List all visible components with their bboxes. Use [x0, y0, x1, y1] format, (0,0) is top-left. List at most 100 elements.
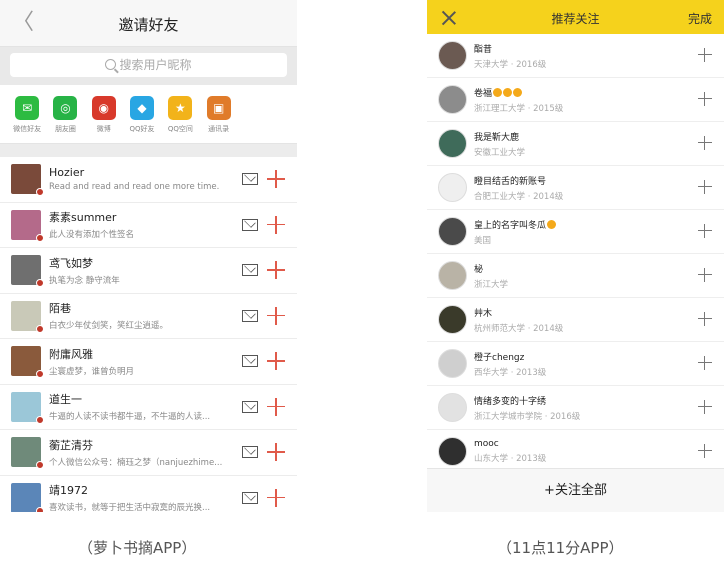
user-name: 皇上的名字叫冬瓜	[474, 218, 557, 231]
add-icon[interactable]	[266, 215, 286, 235]
list-item[interactable]: 艸木杭州师范大学 · 2014级	[427, 298, 724, 342]
avatar	[438, 85, 467, 114]
user-name: mooc	[474, 439, 499, 449]
list-item[interactable]: 道生一 牛逼的人读不读书都牛逼，不牛逼的人读...	[0, 385, 297, 430]
user-name: 酯昔	[474, 44, 493, 55]
contact-signature: 尘寰虚梦，谁曾负明月	[49, 366, 135, 377]
recommended-user-list: 酯昔 天津大学 · 2016级 卷福 浙江理工大学 · 2015级 我是靳大鹿 安徽工业大…	[427, 34, 724, 474]
avatar	[11, 300, 44, 333]
add-icon[interactable]	[266, 488, 286, 508]
mail-icon[interactable]	[242, 400, 258, 413]
mail-icon[interactable]	[242, 309, 258, 322]
list-item[interactable]: 附庸风雅 尘寰虚梦，谁曾负明月	[0, 339, 297, 385]
list-item[interactable]: 瞪目结舌的新账号 合肥工业大学 · 2014级	[427, 166, 724, 210]
contact-list: Hozier Read and read and read one more ti…	[0, 157, 297, 512]
done-button[interactable]: 完成	[688, 10, 712, 27]
status-dot	[36, 233, 44, 242]
user-school: 浙江大学城市学院 · 2016级	[474, 411, 581, 422]
wechat-icon: ✉	[15, 96, 40, 120]
share-contacts[interactable]: ▣ 通讯录	[199, 96, 237, 143]
search-placeholder: 搜索用户昵称	[119, 58, 192, 72]
contact-name: 蘅芷清芬	[49, 438, 93, 452]
follow-plus-icon[interactable]	[698, 136, 712, 150]
contact-signature: Read and read and read one more time.	[49, 182, 220, 193]
list-item[interactable]: 酯昔 天津大学 · 2016级	[427, 34, 724, 78]
follow-plus-icon[interactable]	[698, 268, 712, 282]
list-item[interactable]: 陌巷 白衣少年仗剑笑，笑红尘逍遥。	[0, 294, 297, 339]
search-input[interactable]: 搜索用户昵称	[10, 53, 287, 77]
page-title: 邀请好友	[118, 16, 179, 34]
search-bar-container: 搜索用户昵称	[0, 47, 297, 85]
avatar	[438, 261, 467, 290]
share-wechat[interactable]: ✉ 微信好友	[8, 96, 46, 143]
user-name: 艸木	[474, 308, 493, 319]
share-weibo[interactable]: ◉ 微博	[85, 96, 123, 143]
list-item[interactable]: Hozier Read and read and read one more ti…	[0, 157, 297, 203]
follow-plus-icon[interactable]	[698, 400, 712, 414]
search-icon	[105, 59, 117, 70]
page-title: 推荐关注	[551, 12, 600, 26]
add-icon[interactable]	[266, 169, 286, 189]
mail-icon[interactable]	[242, 173, 258, 185]
follow-plus-icon[interactable]	[698, 356, 712, 370]
add-icon[interactable]	[266, 351, 286, 371]
user-name: 柲	[474, 264, 484, 275]
share-label: 微博	[96, 125, 111, 133]
contact-name: 鸢飞如梦	[49, 256, 93, 270]
share-label: QQ好友	[129, 125, 155, 133]
share-qzone[interactable]: ★ QQ空间	[161, 96, 199, 143]
list-item[interactable]: 蘅芷清芬 个人微信公众号：楠珏之梦（nanjuezhime...	[0, 430, 297, 476]
avatar	[11, 346, 44, 379]
add-icon[interactable]	[266, 397, 286, 417]
avatar	[438, 437, 467, 466]
status-dot	[36, 370, 44, 379]
user-name: 卷福	[474, 86, 563, 99]
user-school: 杭州师范大学 · 2014级	[474, 323, 564, 334]
share-targets-row: ✉ 微信好友 ◎ 朋友圈 ◉ 微博 ◆ QQ好友 ★ QQ空间 ▣ 通讯录	[0, 85, 297, 143]
user-name: 我是靳大鹿	[474, 132, 520, 143]
recommend-nav-bar: 推荐关注 完成	[427, 0, 724, 34]
add-icon[interactable]	[266, 442, 286, 462]
follow-plus-icon[interactable]	[698, 92, 712, 106]
list-item[interactable]: 我是靳大鹿 安徽工业大学	[427, 122, 724, 166]
user-name: 橙子chengz	[474, 352, 525, 363]
qq-icon: ◆	[130, 96, 155, 120]
contact-signature: 喜欢读书，就等于把生活中寂寞的辰光换...	[49, 503, 211, 512]
user-school: 浙江大学	[474, 279, 509, 290]
mail-icon[interactable]	[242, 355, 258, 367]
add-icon[interactable]	[266, 260, 286, 280]
list-item[interactable]: 卷福 浙江理工大学 · 2015级	[427, 78, 724, 122]
list-item[interactable]: 柲浙江大学	[427, 254, 724, 298]
mail-icon[interactable]	[242, 446, 258, 458]
add-icon[interactable]	[266, 306, 286, 326]
share-qq[interactable]: ◆ QQ好友	[123, 96, 161, 143]
avatar	[438, 129, 467, 158]
mail-icon[interactable]	[242, 491, 258, 504]
share-label: 微信好友	[13, 125, 42, 133]
avatar	[438, 41, 467, 70]
emoji-icon	[493, 87, 503, 97]
list-item[interactable]: 鸢飞如梦 执笔为念 静守流年	[0, 248, 297, 294]
share-moments[interactable]: ◎ 朋友圈	[46, 96, 84, 143]
follow-all-button[interactable]: +关注全部	[427, 468, 724, 512]
share-label: 通讯录	[208, 125, 230, 133]
emoji-icon	[513, 87, 523, 97]
list-item[interactable]: 橙子chengz 西华大学 · 2013级	[427, 342, 724, 386]
list-item[interactable]: 皇上的名字叫冬瓜 美国	[427, 210, 724, 254]
mail-icon[interactable]	[242, 264, 258, 276]
mail-icon[interactable]	[242, 218, 258, 231]
follow-plus-icon[interactable]	[698, 312, 712, 326]
left-phone-screen: 〈 邀请好友 搜索用户昵称 ✉ 微信好友 ◎ 朋友圈 ◉ 微博 ◆ QQ好友 ★ QQ空间 ▣ 通讯录…	[0, 0, 297, 512]
follow-plus-icon[interactable]	[698, 224, 712, 238]
follow-plus-icon[interactable]	[698, 48, 712, 62]
follow-plus-icon[interactable]	[698, 180, 712, 194]
list-item[interactable]: 情绪多变的十字绣 浙江大学城市学院 · 2016级	[427, 386, 724, 430]
contact-name: 陌巷	[49, 302, 71, 316]
moments-icon: ◎	[53, 96, 78, 120]
avatar	[438, 349, 467, 378]
list-item[interactable]: 靖1972 喜欢读书，就等于把生活中寂寞的辰光换...	[0, 476, 297, 512]
follow-plus-icon[interactable]	[698, 444, 712, 458]
share-label: QQ空间	[167, 125, 193, 133]
status-dot	[36, 506, 44, 512]
list-item[interactable]: 素素summer 此人没有添加个性签名	[0, 203, 297, 248]
